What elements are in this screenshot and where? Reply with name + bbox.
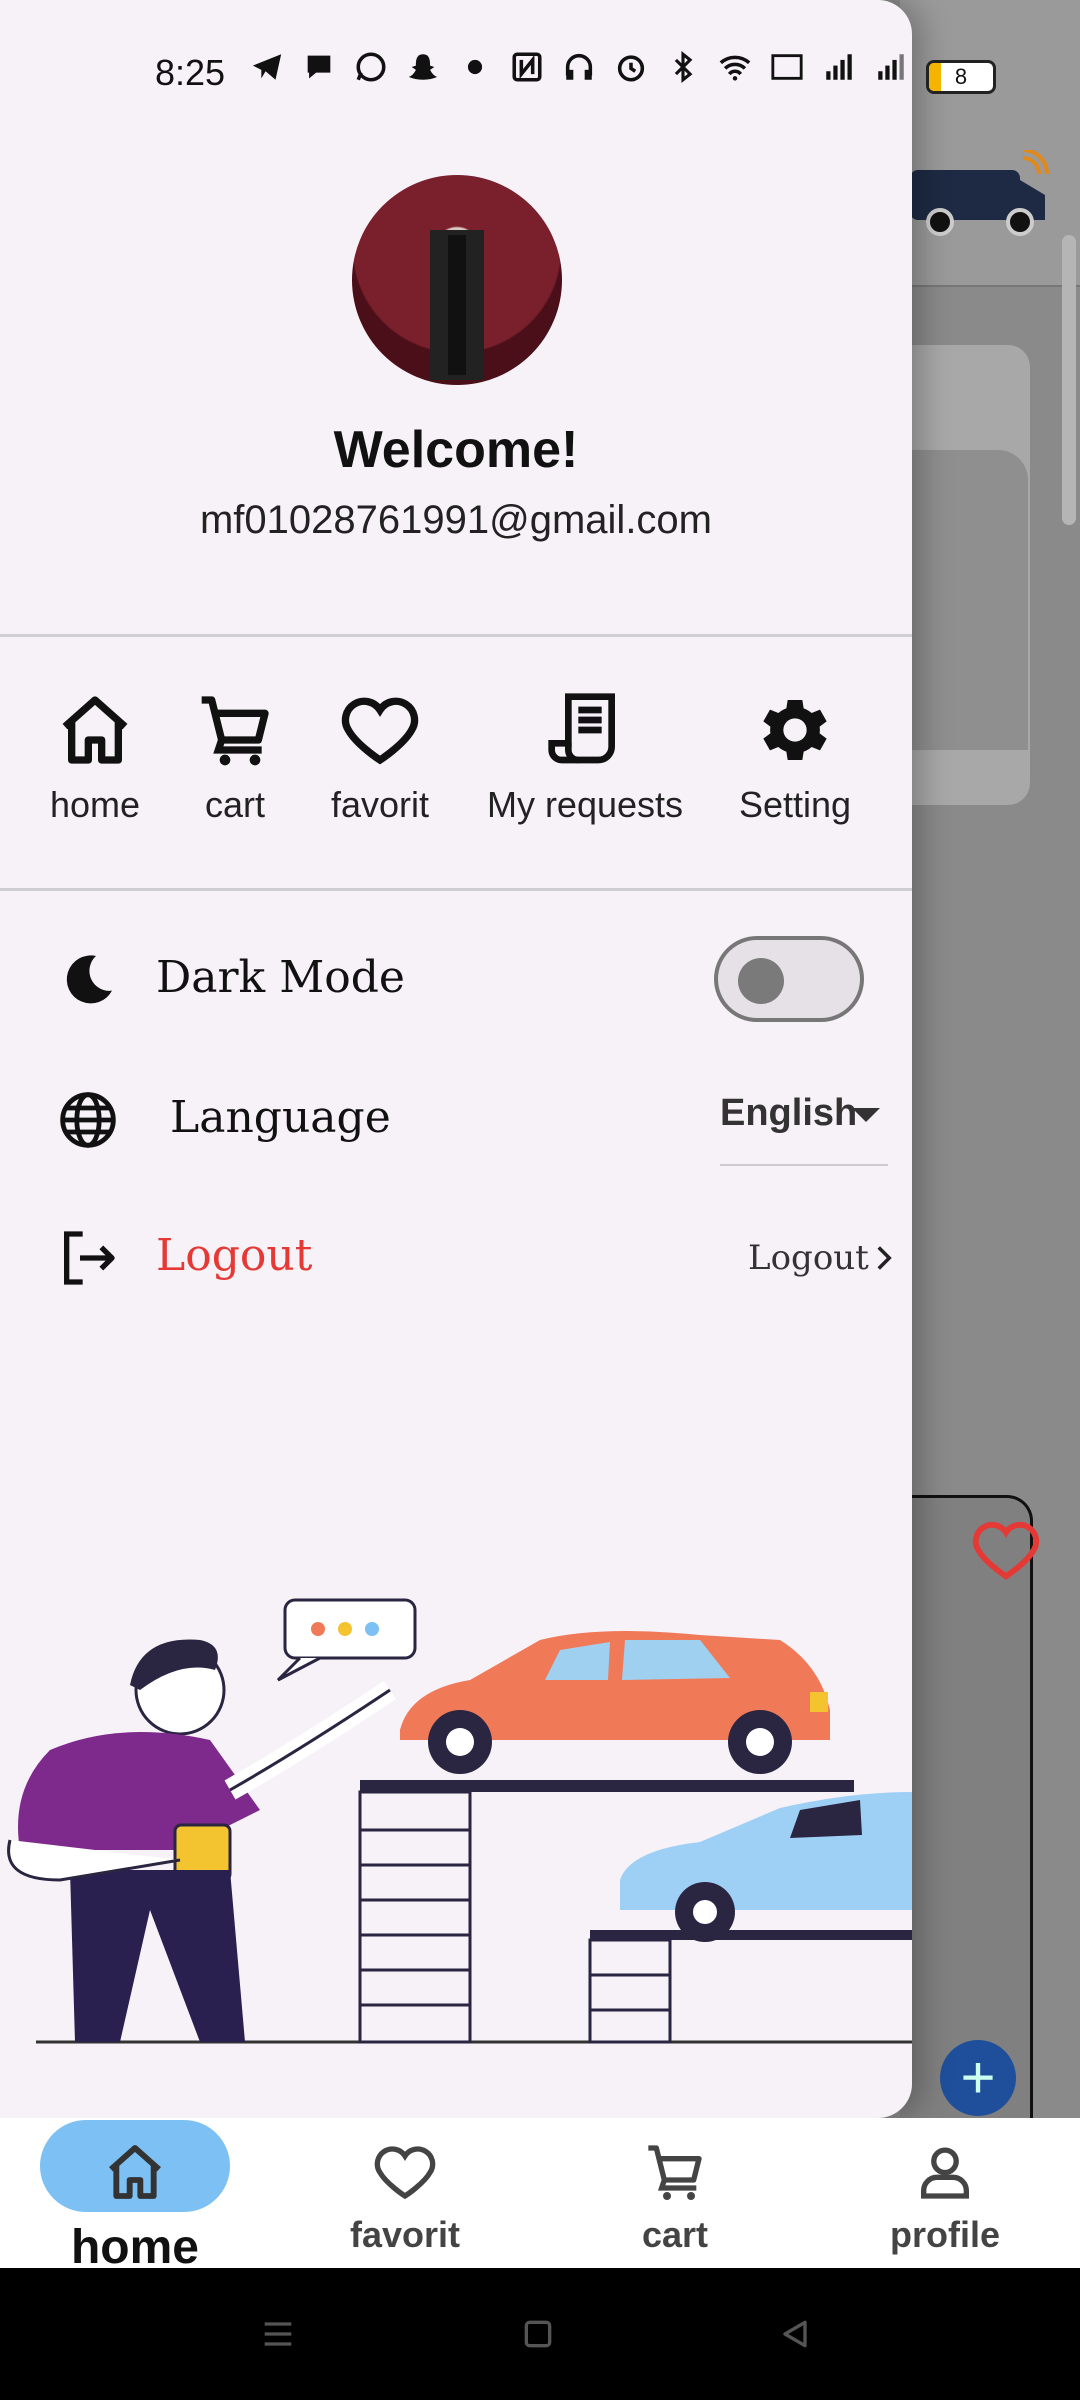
home-square-icon[interactable]	[518, 2314, 558, 2354]
back-icon[interactable]	[775, 2314, 815, 2354]
bottom-navigation: home favorit cart profile	[0, 2118, 1080, 2274]
chevron-right-icon	[877, 1246, 892, 1270]
background-scrollbar	[1062, 235, 1076, 525]
bluetooth-icon	[674, 51, 693, 83]
gear-icon	[763, 700, 827, 760]
whatsapp-icon	[356, 52, 386, 82]
volte-icon	[771, 54, 803, 80]
add-fab: +	[940, 2040, 1016, 2116]
dark-mode-row: Dark Mode	[0, 930, 912, 1030]
dark-mode-label: Dark Mode	[156, 952, 405, 1003]
quick-nav-label: cart	[204, 784, 265, 825]
signal-icon	[878, 54, 904, 80]
bottom-nav-label: profile	[889, 2214, 1000, 2255]
quick-nav-favorit[interactable]: favorit	[320, 690, 440, 826]
status-time: 8:25	[155, 52, 226, 93]
navigation-drawer: Welcome! mf01028761991@gmail.com home ca…	[0, 0, 912, 2118]
language-row: Language English	[0, 1070, 912, 1170]
bottom-nav-label: cart	[641, 2214, 709, 2255]
logout-link[interactable]: Logout	[748, 1238, 895, 1278]
snapchat-icon	[408, 54, 438, 80]
bottom-nav-profile[interactable]: profile	[810, 2118, 1080, 2268]
status-icons	[250, 50, 908, 84]
heart-icon	[972, 1521, 1040, 1580]
signal-icon	[826, 54, 852, 80]
language-dropdown[interactable]: English	[720, 1092, 888, 1166]
heart-icon	[374, 2146, 436, 2200]
quick-nav: home cart favorit My requests Setting	[0, 690, 912, 850]
globe-icon	[60, 1092, 116, 1148]
cart-icon	[201, 696, 269, 766]
home-icon	[109, 2145, 161, 2199]
quick-nav-cart[interactable]: cart	[190, 690, 280, 826]
cart-icon	[648, 2145, 702, 2200]
avatar[interactable]	[352, 175, 562, 385]
bottom-nav-label: home	[70, 2221, 199, 2274]
logout-row[interactable]: Logout Logout	[0, 1208, 912, 1308]
dot-icon	[467, 59, 483, 75]
menu-icon[interactable]	[258, 2314, 298, 2354]
divider	[0, 888, 912, 891]
divider	[0, 634, 912, 637]
alarm-icon	[617, 55, 645, 82]
user-email: mf01028761991@gmail.com	[199, 498, 712, 542]
person-icon	[921, 2147, 969, 2199]
bottom-nav-cart[interactable]: cart	[540, 2118, 810, 2268]
quick-nav-home[interactable]: home	[44, 690, 146, 826]
bottom-nav-favorit[interactable]: favorit	[270, 2118, 540, 2268]
dark-mode-toggle[interactable]	[714, 936, 864, 1022]
quick-nav-label: Setting	[738, 784, 852, 825]
heart-icon	[341, 697, 419, 765]
logout-link-label: Logout	[748, 1238, 869, 1278]
headphones-icon	[565, 53, 593, 80]
quick-nav-label: favorit	[330, 784, 430, 825]
battery-level: 8	[954, 64, 968, 89]
quick-nav-setting[interactable]: Setting	[730, 690, 860, 826]
language-label: Language	[170, 1092, 391, 1143]
telegram-icon	[252, 54, 282, 80]
status-bar: 8:25 8	[0, 40, 1080, 104]
wifi-icon	[719, 55, 751, 81]
language-value: English	[720, 1092, 858, 1134]
quick-nav-label: My requests	[486, 784, 684, 825]
parking-illustration	[7, 1598, 912, 2044]
quick-nav-my-requests[interactable]: My requests	[480, 690, 690, 826]
toggle-knob	[738, 958, 784, 1004]
moon-icon	[66, 955, 112, 1004]
chevron-down-icon	[852, 1108, 880, 1122]
bottom-nav-label: favorit	[349, 2214, 461, 2255]
logout-icon	[64, 1231, 115, 1285]
receipt-icon	[548, 693, 615, 764]
welcome-title: Welcome!	[333, 421, 579, 479]
home-icon	[62, 696, 128, 764]
bottom-nav-home[interactable]: home	[0, 2118, 270, 2274]
quick-nav-label: home	[49, 784, 141, 825]
chat-icon	[307, 55, 331, 79]
van-icon	[910, 150, 1049, 236]
logout-label: Logout	[156, 1230, 313, 1281]
battery-indicator: 8	[926, 60, 996, 94]
background-card	[900, 345, 1030, 805]
nfc-icon	[512, 52, 542, 82]
system-navigation-bar	[0, 2268, 1080, 2400]
